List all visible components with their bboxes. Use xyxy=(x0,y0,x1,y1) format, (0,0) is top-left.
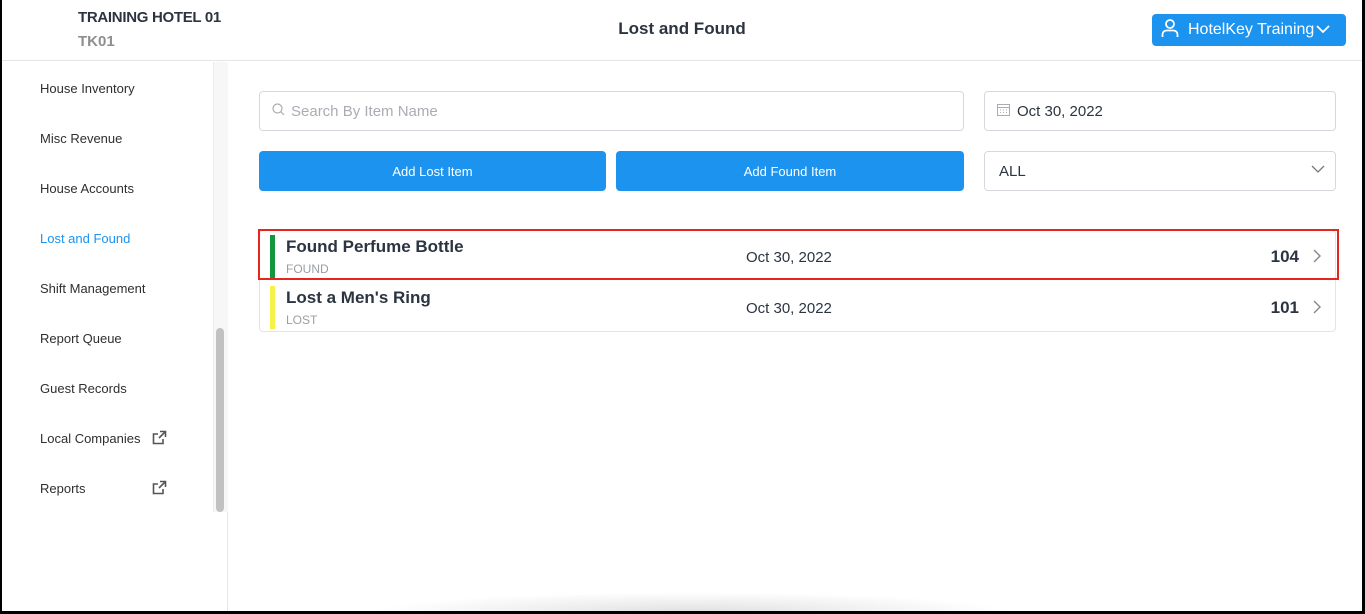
item-date: Oct 30, 2022 xyxy=(746,300,832,317)
sidebar-item-house-accounts[interactable]: House Accounts xyxy=(40,181,134,196)
sidebar-item-label: Misc Revenue xyxy=(40,131,123,146)
sidebar-item-lost-and-found[interactable]: Lost and Found xyxy=(40,231,130,246)
external-link-icon xyxy=(152,430,167,448)
item-number: 101 xyxy=(1270,298,1299,317)
sidebar-item-label: Report Queue xyxy=(40,331,122,346)
item-title: Lost a Men's Ring xyxy=(286,288,431,307)
type-filter-select[interactable]: ALL xyxy=(984,151,1336,191)
item-number: 104 xyxy=(1270,247,1299,266)
calendar-icon xyxy=(997,103,1017,120)
sidebar-item-label: Shift Management xyxy=(40,281,146,296)
sidebar-item-reports[interactable]: Reports xyxy=(40,480,167,496)
sidebar-item-local-companies[interactable]: Local Companies xyxy=(40,430,167,446)
app-window: TRAINING HOTEL 01 TK01 Lost and Found Ho… xyxy=(2,0,1362,612)
list-item[interactable]: Lost a Men's Ring LOST Oct 30, 2022 101 xyxy=(260,282,1335,332)
sidebar-item-label: House Inventory xyxy=(40,81,135,96)
status-indicator xyxy=(270,286,275,329)
add-lost-item-button[interactable]: Add Lost Item xyxy=(259,151,606,191)
bottom-shadow xyxy=(372,592,1012,612)
sidebar-item-label: Reports xyxy=(40,481,86,496)
date-value: Oct 30, 2022 xyxy=(1017,102,1103,120)
sidebar-item-shift-management[interactable]: Shift Management xyxy=(40,281,146,296)
sidebar: House Inventory Misc Revenue House Accou… xyxy=(2,62,228,611)
search-placeholder: Search By Item Name xyxy=(291,102,438,120)
item-date: Oct 30, 2022 xyxy=(746,249,832,266)
item-title: Found Perfume Bottle xyxy=(286,237,464,256)
date-picker[interactable]: Oct 30, 2022 xyxy=(984,91,1336,131)
type-filter-value: ALL xyxy=(999,162,1026,180)
user-menu-button[interactable]: HotelKey Training xyxy=(1152,14,1346,46)
item-status: FOUND xyxy=(286,262,329,276)
sidebar-item-misc-revenue[interactable]: Misc Revenue xyxy=(40,131,122,146)
list-item[interactable]: Found Perfume Bottle FOUND Oct 30, 2022 … xyxy=(260,231,1335,281)
search-input[interactable]: Search By Item Name xyxy=(259,91,964,131)
item-status: LOST xyxy=(286,313,318,327)
chevron-right-icon xyxy=(1313,300,1321,319)
external-link-icon xyxy=(152,480,167,498)
items-list: Found Perfume Bottle FOUND Oct 30, 2022 … xyxy=(259,230,1336,332)
sidebar-scrollbar-thumb[interactable] xyxy=(216,328,224,512)
header: TRAINING HOTEL 01 TK01 Lost and Found Ho… xyxy=(2,0,1362,61)
user-icon xyxy=(1160,18,1188,43)
sidebar-item-guest-records[interactable]: Guest Records xyxy=(40,381,127,396)
chevron-down-icon xyxy=(1316,21,1338,39)
sidebar-nav: House Inventory Misc Revenue House Accou… xyxy=(2,62,212,512)
user-name: HotelKey Training xyxy=(1188,21,1315,38)
search-icon xyxy=(272,102,291,120)
sidebar-item-house-inventory[interactable]: House Inventory xyxy=(40,81,135,96)
sidebar-item-label: House Accounts xyxy=(40,181,134,196)
chevron-right-icon xyxy=(1313,249,1321,268)
sidebar-item-report-queue[interactable]: Report Queue xyxy=(40,331,122,346)
sidebar-item-label: Guest Records xyxy=(40,381,127,396)
sidebar-item-label: Lost and Found xyxy=(40,231,131,246)
add-found-item-button[interactable]: Add Found Item xyxy=(616,151,964,191)
sidebar-item-label: Local Companies xyxy=(40,431,141,446)
status-indicator xyxy=(270,235,275,278)
